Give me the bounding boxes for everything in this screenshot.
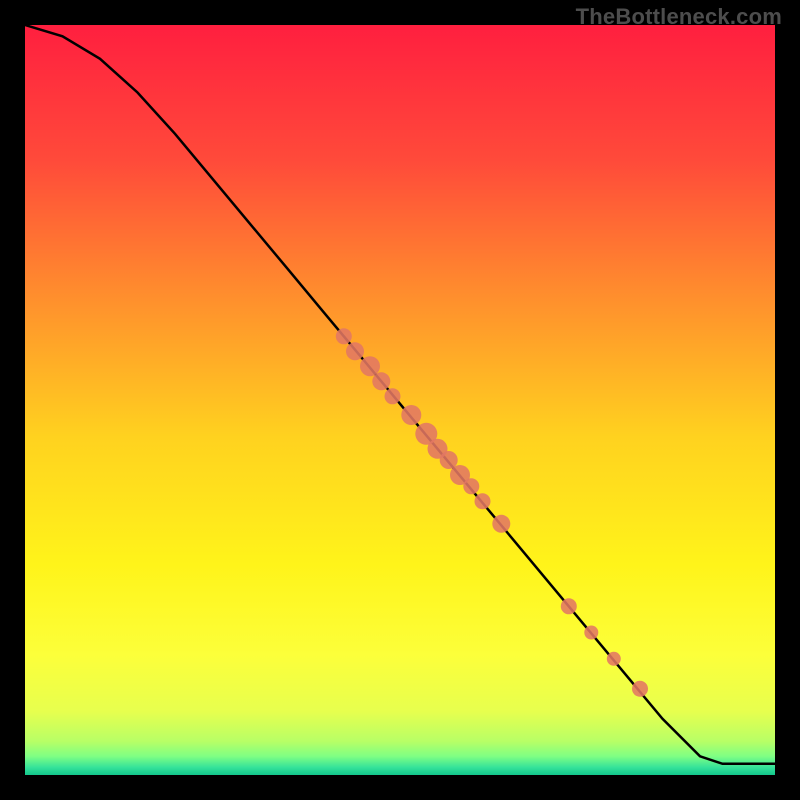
scatter-point bbox=[372, 372, 390, 390]
scatter-point bbox=[346, 342, 364, 360]
scatter-point bbox=[561, 598, 577, 614]
scatter-point bbox=[463, 478, 479, 494]
scatter-point bbox=[492, 515, 510, 533]
scatter-point bbox=[607, 652, 621, 666]
scatter-point bbox=[632, 681, 648, 697]
scatter-point bbox=[440, 451, 458, 469]
scatter-point bbox=[584, 626, 598, 640]
plot-area bbox=[25, 25, 775, 775]
scatter-point bbox=[336, 328, 352, 344]
scatter-point bbox=[475, 493, 491, 509]
scatter-point bbox=[360, 356, 380, 376]
chart-stage: TheBottleneck.com bbox=[0, 0, 800, 800]
scatter-point bbox=[401, 405, 421, 425]
chart-svg bbox=[25, 25, 775, 775]
gradient-background bbox=[25, 25, 775, 775]
scatter-point bbox=[385, 388, 401, 404]
